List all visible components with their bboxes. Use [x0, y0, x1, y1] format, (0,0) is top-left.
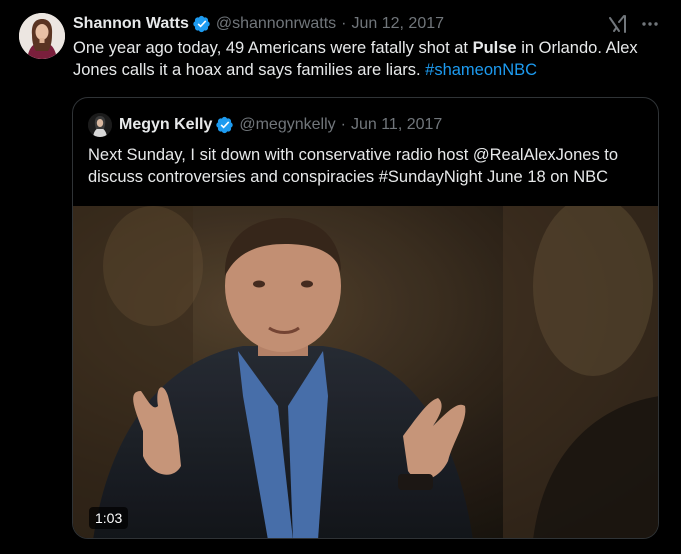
quoted-tweet-date[interactable]: Jun 11, 2017	[351, 116, 442, 134]
tweet-text: One year ago today, 49 Americans were fa…	[73, 37, 673, 81]
author-name[interactable]: Shannon Watts	[73, 15, 189, 33]
tweet-text-part1: One year ago today, 49 Americans were fa…	[73, 39, 473, 57]
quoted-author-avatar[interactable]	[88, 113, 112, 137]
tweet-text-bold: Pulse	[472, 39, 517, 57]
tweet-date[interactable]: Jun 12, 2017	[351, 15, 444, 33]
video-duration: 1:03	[89, 507, 129, 529]
hashtag-link[interactable]: #shameonNBC	[425, 61, 537, 79]
quoted-tweet-header: Megyn Kelly @megynkelly · Jun 11, 2017	[119, 114, 442, 136]
video-thumbnail	[73, 206, 658, 538]
quoted-author-handle[interactable]: @megynkelly	[239, 116, 335, 134]
tweet-header: Shannon Watts @shannonrwatts · Jun 12, 2…	[73, 13, 444, 35]
grok-icon[interactable]	[607, 13, 629, 35]
author-avatar[interactable]	[19, 13, 65, 59]
quoted-tweet[interactable]: Megyn Kelly @megynkelly · Jun 11, 2017 N…	[72, 97, 659, 539]
author-handle[interactable]: @shannonrwatts	[216, 15, 336, 33]
verified-badge-icon	[193, 15, 210, 33]
tweet[interactable]: Shannon Watts @shannonrwatts · Jun 12, 2…	[0, 0, 681, 554]
quoted-tweet-text: Next Sunday, I sit down with conservativ…	[88, 146, 619, 186]
verified-badge-icon	[216, 116, 234, 134]
quoted-author-name[interactable]: Megyn Kelly	[119, 116, 212, 134]
more-options-icon[interactable]	[640, 14, 660, 34]
separator: ·	[341, 15, 347, 32]
video-player[interactable]: 1:03	[73, 206, 658, 538]
separator: ·	[340, 116, 346, 133]
